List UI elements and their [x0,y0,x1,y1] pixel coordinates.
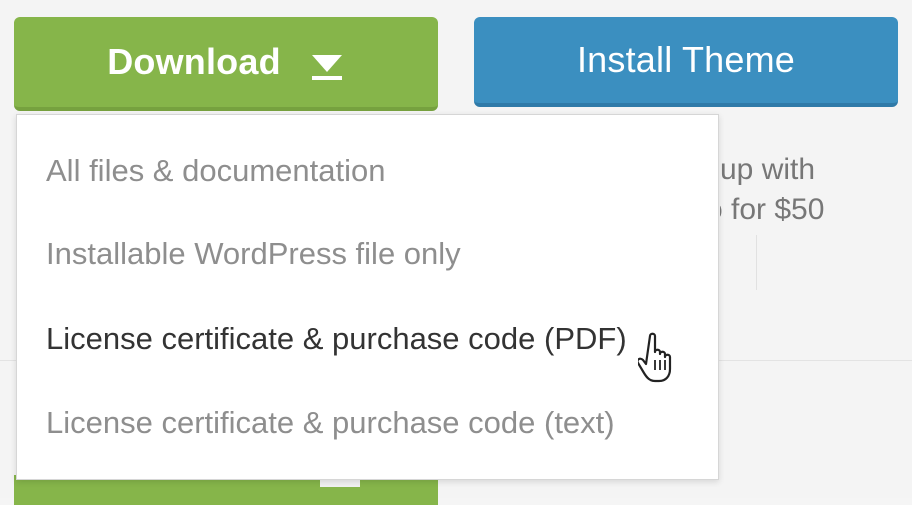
caret-down-icon [309,49,345,80]
vertical-divider [756,235,757,290]
menu-item-license-pdf[interactable]: License certificate & purchase code (PDF… [46,321,627,357]
hand-pointer-icon [636,332,678,384]
bottom-button-glyph [320,479,360,487]
menu-item-wordpress-file[interactable]: Installable WordPress file only [46,236,461,272]
background-text-line1: up with [720,153,816,186]
install-theme-button[interactable]: Install Theme [474,17,898,107]
background-text-line2: o for $50 [720,193,825,226]
menu-item-license-text[interactable]: License certificate & purchase code (tex… [46,405,615,441]
page: Download Install Theme up with o for $50… [0,0,912,505]
download-dropdown-menu: All files & documentation Installable Wo… [16,114,719,480]
install-theme-button-label: Install Theme [576,39,796,80]
background-text: up with o for $50 [720,150,912,230]
menu-item-all-files[interactable]: All files & documentation [46,153,385,189]
download-button-label: Download [107,41,281,82]
download-button[interactable]: Download [14,17,438,111]
